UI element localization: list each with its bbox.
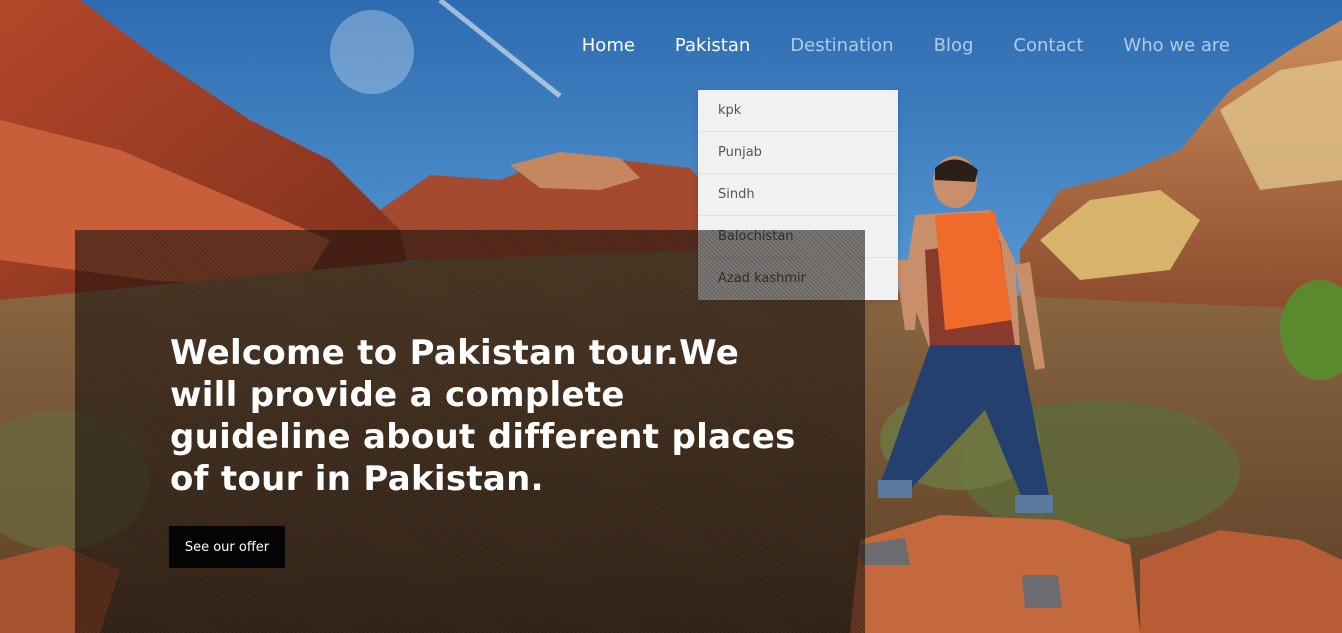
nav-item-who-we-are[interactable]: Who we are: [1103, 34, 1250, 58]
dropdown-item-punjab[interactable]: Punjab: [698, 132, 898, 174]
nav-item-home[interactable]: Home: [562, 34, 655, 58]
dropdown-item-kpk[interactable]: kpk: [698, 90, 898, 132]
main-navigation: Home Pakistan Destination Blog Contact W…: [0, 0, 1342, 92]
dropdown-item-sindh[interactable]: Sindh: [698, 174, 898, 216]
hero-title: Welcome to Pakistan tour.We will provide…: [170, 333, 796, 499]
nav-item-destination[interactable]: Destination: [770, 34, 913, 58]
nav-item-pakistan[interactable]: Pakistan: [655, 34, 770, 58]
nav-item-blog[interactable]: Blog: [914, 34, 994, 58]
nav-menu: Home Pakistan Destination Blog Contact W…: [562, 34, 1250, 58]
hero-overlay-panel: Welcome to Pakistan tour.We will provide…: [75, 230, 865, 633]
see-our-offer-button[interactable]: See our offer: [169, 526, 285, 568]
nav-item-contact[interactable]: Contact: [993, 34, 1103, 58]
